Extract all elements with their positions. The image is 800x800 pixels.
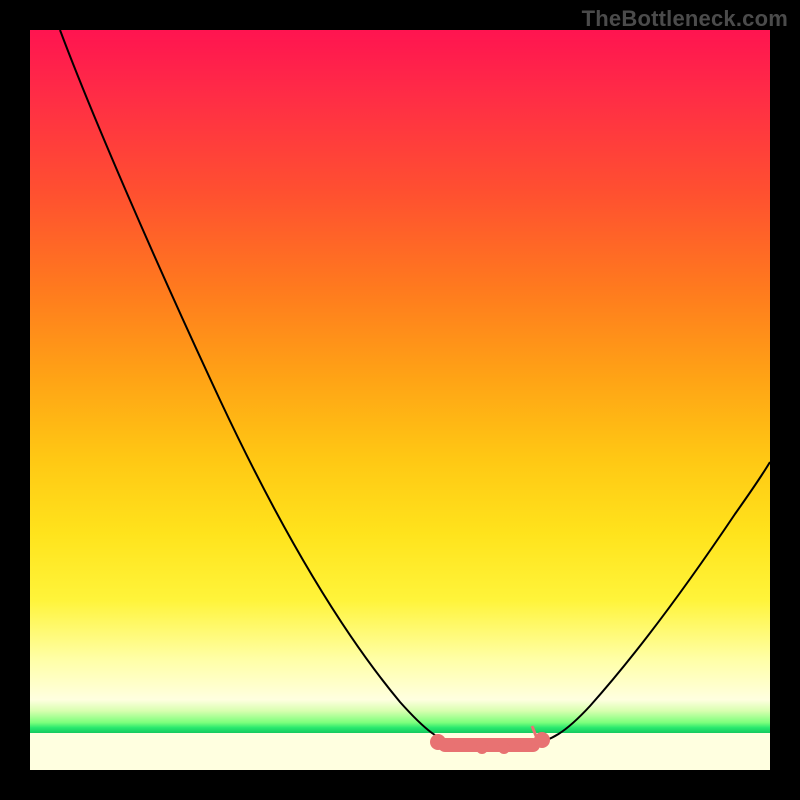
flat-region-dot (498, 742, 510, 754)
curve-overlay (30, 30, 770, 770)
watermark-text: TheBottleneck.com (582, 6, 788, 32)
bottleneck-curve (60, 30, 770, 744)
flat-region-tick (532, 726, 536, 736)
flat-region-start-dot (430, 734, 446, 750)
flat-region-dot (454, 740, 466, 752)
flat-region-dot (476, 742, 488, 754)
flat-region-dot (520, 740, 532, 752)
plot-area (30, 30, 770, 770)
chart-frame: TheBottleneck.com (0, 0, 800, 800)
